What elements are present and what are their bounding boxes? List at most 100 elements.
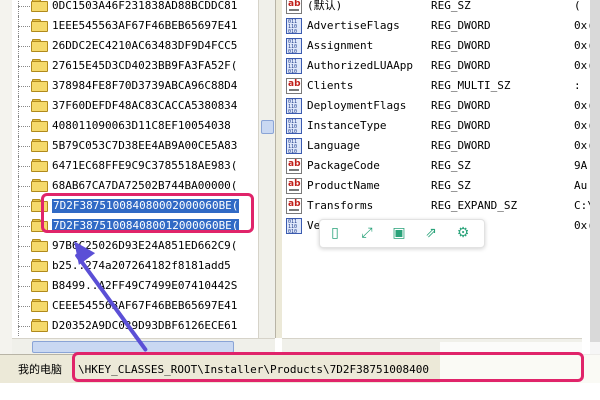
folder-icon [31,59,48,72]
folder-icon [31,159,48,172]
share-icon[interactable]: ⇗ [420,223,442,243]
registry-value-row[interactable]: ab Transforms REG_EXPAND_SZ C:\ [282,196,590,216]
value-data: 0x( [574,99,590,112]
tree-item[interactable]: 1EEE545563AF67F46BEB65697E41 [12,16,258,36]
tree-item-label: 378984FE8F70D3739ABCA96C88D4 [52,79,238,92]
value-name: Assignment [307,39,374,52]
folder-icon [31,299,48,312]
value-data: 0x( [574,219,590,232]
value-data: 0x( [574,119,590,132]
tree-item[interactable]: 27615E45D3CD4023BB9FA3FA52F( [12,56,258,76]
settings-icon[interactable]: ⚙ [452,223,474,243]
registry-value-row[interactable]: ab ProductName REG_SZ Au [282,176,590,196]
value-type: REG_DWORD [431,139,491,152]
registry-key-tree[interactable]: 0DC1503A46F231838AD88BCDDC81 1EEE545563AF… [12,0,258,338]
value-name: AdvertiseFlags [307,19,400,32]
value-data: 9A [574,159,588,172]
registry-value-row[interactable]: 011110010 AdvertiseFlags REG_DWORD 0x( [282,16,590,36]
tree-item[interactable]: 97B6C25026D93E24A851ED662C9( [12,236,258,256]
expand-icon[interactable]: ⤢ [356,223,378,243]
tree-item-label: B8499..A2FF49C7499E07410442S [52,279,238,292]
tree-item-label: 27615E45D3CD4023BB9FA3FA52F( [52,59,238,72]
value-name: Transforms [307,199,374,212]
folder-icon [31,239,48,252]
registry-value-row[interactable]: ab Clients REG_MULTI_SZ: [282,76,590,96]
tree-connector-branch [18,166,30,167]
highlight-selected-keys [41,193,254,233]
binary-value-icon: 011 110 010 [286,118,302,135]
folder-icon [31,259,48,272]
value-name: PackageCode [307,159,380,172]
right-edge [590,0,600,360]
registry-values-list[interactable]: ab (默认) REG_SZ (011 110 010 AdvertiseFlags REG_… [282,0,590,338]
tree-item[interactable]: 26DDC2EC4210AC63483DF9D4FCC5 [12,36,258,56]
value-type: REG_SZ [431,0,471,12]
copy-icon[interactable]: ▯ [324,223,346,243]
value-type: REG_SZ [431,159,471,172]
tree-item-label: 6471EC68FFE9C9C3785518AE983( [52,159,238,172]
value-data: 0x( [574,19,590,32]
registry-value-row[interactable]: 011110010 Language REG_DWORD 0x( [282,136,590,156]
folder-icon [31,119,48,132]
value-data: ( [574,0,581,12]
value-type: REG_EXPAND_SZ [431,199,518,212]
string-value-icon: ab [286,0,302,14]
tree-connector-branch [18,306,30,307]
tree-connector-branch [18,6,30,7]
save-icon[interactable]: ▣ [388,223,410,243]
tree-connector-branch [18,186,30,187]
tree-item-label: D20352A9DC039D93DBF6126ECE61 [52,319,238,332]
registry-value-row[interactable]: ab PackageCode REG_SZ 9A [282,156,590,176]
tree-connector-branch [18,26,30,27]
tree-connector-branch [18,106,30,107]
tree-item[interactable]: 408011090063D11C8EF10054038 [12,116,258,136]
folder-icon [31,139,48,152]
binary-value-icon: 011 110 010 [286,18,302,35]
string-value-icon: ab [286,178,302,194]
registry-value-row[interactable]: 011110010 Assignment REG_DWORD 0x( [282,36,590,56]
registry-editor-window: 0DC1503A46F231838AD88BCDDC81 1EEE545563AF… [0,0,600,400]
folder-icon [31,19,48,32]
tree-connector-branch [18,226,30,227]
tree-item-label: 408011090063D11C8EF10054038 [52,119,231,132]
tree-connector-branch [18,206,30,207]
tree-connector-branch [18,126,30,127]
tree-connector-branch [18,246,30,247]
tree-item[interactable]: CEEE545563AF67F46BEB65697E41 [12,296,258,316]
binary-value-icon: 011 110 010 [286,38,302,55]
tree-item[interactable]: 6471EC68FFE9C9C3785518AE983( [12,156,258,176]
tree-item-label: 0DC1503A46F231838AD88BCDDC81 [52,0,238,12]
tree-item[interactable]: B8499..A2FF49C7499E07410442S [12,276,258,296]
registry-value-row[interactable]: 011110010 InstanceType REG_DWORD 0x( [282,116,590,136]
string-value-icon: ab [286,198,302,214]
tree-item[interactable]: b25..274a207264182f8181add5 [12,256,258,276]
folder-icon [31,99,48,112]
binary-value-icon: 011 110 010 [286,218,302,235]
value-type: REG_DWORD [431,59,491,72]
tree-vertical-scrollbar[interactable] [258,0,275,338]
tree-item[interactable]: 37F60DEFDF48AC83CACCA5380834 [12,96,258,116]
value-type: REG_DWORD [431,99,491,112]
tree-connector-branch [18,146,30,147]
tree-item[interactable]: 378984FE8F70D3739ABCA96C88D4 [12,76,258,96]
value-data: 0x( [574,59,590,72]
tree-connector-branch [18,286,30,287]
tree-item-label: 1EEE545563AF67F46BEB65697E41 [52,19,238,32]
tree-scroll-thumb[interactable] [261,120,274,134]
tree-item[interactable]: 0DC1503A46F231838AD88BCDDC81 [12,0,258,16]
value-type: REG_SZ [431,179,471,192]
tree-item[interactable]: 5B79C053C7D38EE4AB9A00CE5A83 [12,136,258,156]
value-name: Language [307,139,360,152]
registry-value-row[interactable]: 011110010 DeploymentFlags REG_DWORD 0x( [282,96,590,116]
registry-value-row[interactable]: ab (默认) REG_SZ ( [282,0,590,16]
tree-connector-branch [18,46,30,47]
registry-value-row[interactable]: 011110010 AuthorizedLUAApp REG_DWORD 0x( [282,56,590,76]
value-type: REG_DWORD [431,119,491,132]
status-computer-label: 我的电脑 [18,363,62,376]
tree-connector-branch [18,326,30,327]
folder-icon [31,279,48,292]
value-data: 0x( [574,139,590,152]
value-name: (默认) [307,0,343,12]
tree-item-label: 37F60DEFDF48AC83CACCA5380834 [52,99,238,112]
value-data: : [574,79,581,92]
